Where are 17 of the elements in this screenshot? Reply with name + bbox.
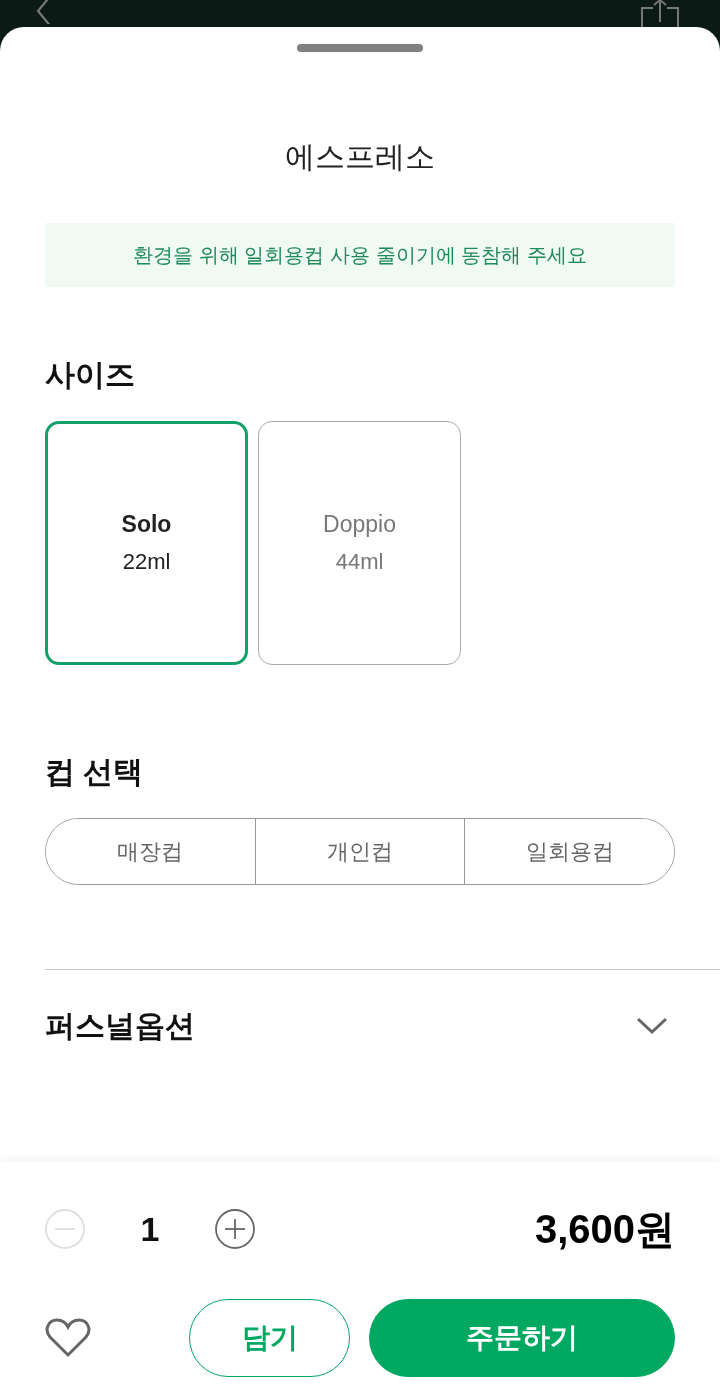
size-option[interactable]: Solo 22ml	[45, 421, 248, 665]
section-heading: 컵 선택	[45, 754, 144, 790]
section-heading: 퍼스널옵션	[45, 1008, 195, 1044]
heart-icon[interactable]	[45, 1318, 91, 1358]
cup-option[interactable]: 일회용컵	[464, 819, 674, 884]
chevron-down-icon[interactable]	[636, 1017, 668, 1035]
plus-circle-icon[interactable]	[215, 1209, 255, 1249]
quantity-value: 1	[139, 1209, 161, 1249]
section-heading: 사이즈	[45, 357, 135, 393]
drag-handle[interactable]	[297, 44, 423, 52]
notice-text: 환경을 위해 일회용컵 사용 줄이기에 동참해 주세요	[133, 243, 587, 268]
price-text: 3,600원	[534, 1206, 675, 1253]
size-option[interactable]: Doppio 44ml	[258, 421, 461, 665]
sheet-title: 에스프레소	[285, 139, 435, 175]
cart-button[interactable]: 담기	[189, 1299, 350, 1377]
share-icon[interactable]	[640, 0, 680, 27]
order-button[interactable]: 주문하기	[369, 1299, 675, 1377]
